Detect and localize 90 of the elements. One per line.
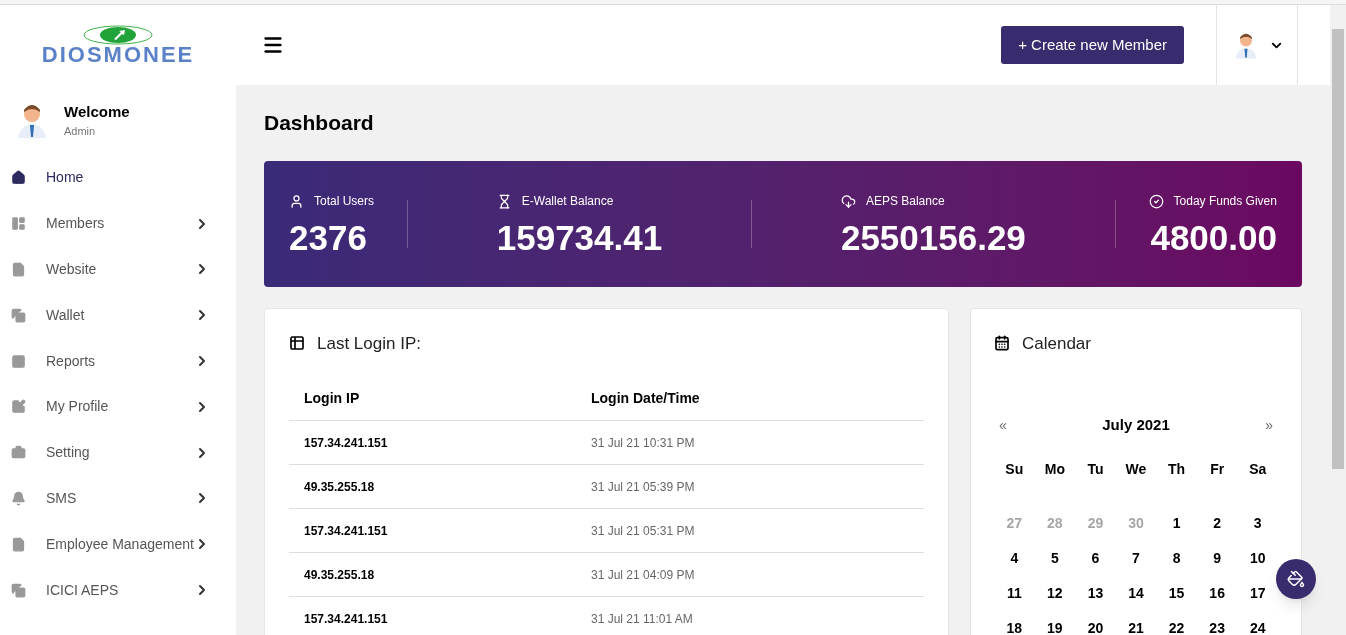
sidebar-item[interactable]: Reports [0,338,236,384]
sidebar-item[interactable]: Setting [0,429,236,476]
stat-label: AEPS Balance [865,193,945,210]
calendar-day[interactable]: 15 [1156,575,1197,611]
calendar-day[interactable]: 20 [1075,610,1116,635]
weekday-label: Fr [1209,459,1226,479]
card-title: Calendar [1022,332,1091,355]
bell-icon [11,490,26,506]
stat-value: 159734.41 [496,220,663,255]
create-member-button[interactable]: + Create new Member [1001,26,1184,64]
calendar-day[interactable]: 22 [1156,610,1197,635]
sidebar-item[interactable]: Members [0,200,236,247]
sidebar-item[interactable]: Website [0,246,236,293]
table-cell-text: 157.34.241.151 [304,522,389,540]
weekday-label: We [1124,459,1148,479]
sidebar-item[interactable]: ICICI AEPS [0,567,236,613]
home-icon [11,170,26,186]
calendar-icon [994,335,1010,352]
stat-label: E-Wallet Balance [521,193,614,210]
briefcase-icon [11,445,26,461]
calendar-day[interactable]: 14 [1115,575,1157,611]
weekday-label: Su [1004,459,1025,479]
sidebar-item[interactable]: My Profile [0,384,236,430]
calendar-day[interactable]: 9 [1196,540,1238,576]
stacked-cards-icon [11,582,26,598]
table-cell-text: 157.34.241.151 [304,610,389,628]
brand-logo[interactable]: DIOSMONEE [41,24,195,66]
menu-button[interactable] [262,34,284,56]
table-cell-text: 31 Jul 21 10:31 PM [591,434,696,452]
sidebar-item[interactable]: Home [0,155,236,201]
table-cell-text: 49.35.255.18 [304,566,376,584]
calendar-day[interactable]: 24 [1237,610,1278,635]
calendar-day[interactable]: 5 [1034,540,1076,576]
table-cell-text: 49.35.255.18 [304,478,376,496]
weekday-label: Tu [1086,459,1105,479]
calendar-day[interactable]: 10 [1237,540,1278,576]
stat-label: Total Users [314,193,375,210]
calendar-day[interactable]: 18 [994,610,1035,635]
sidebar-item[interactable]: Employee Management [0,521,236,568]
table-cell-text: 157.34.241.151 [304,434,389,452]
column-header: Login IP [304,388,361,408]
prev-month-button[interactable]: « [999,414,1007,436]
panels-icon [11,216,26,232]
calendar-day[interactable]: 16 [1196,575,1238,611]
table-cell-text: 31 Jul 21 05:39 PM [591,478,696,496]
user-icon [289,193,304,209]
paint-bucket-icon [1287,570,1305,588]
stacked-cards-icon [11,307,26,323]
edit-icon [11,399,26,415]
weekday-label: Th [1167,459,1187,479]
weekday-label: Mo [1043,459,1066,479]
weekday-label: Sa [1248,459,1268,479]
calendar-day[interactable]: 2 [1196,505,1238,541]
check-circle-icon [1148,193,1164,209]
table-cell-text: 31 Jul 21 05:31 PM [591,522,696,540]
calendar-day[interactable]: 8 [1156,540,1197,576]
month-title: July 2021 [1102,415,1170,435]
calendar-day[interactable]: 3 [1237,505,1278,541]
cloud-download-icon [840,193,856,209]
table-cell-text: 31 Jul 21 11:01 AM [591,610,694,628]
calendar-day[interactable]: 13 [1075,575,1116,611]
file-icon [11,536,26,552]
calendar-day[interactable]: 21 [1115,610,1157,635]
user-role: Admin [64,124,97,139]
calendar-day[interactable]: 1 [1156,505,1197,541]
calendar-day[interactable]: 6 [1075,540,1116,576]
stat-value: 2550156.29 [840,220,1026,255]
next-month-button[interactable]: » [1265,414,1273,436]
calendar-day[interactable]: 11 [994,575,1035,611]
calendar-day[interactable]: 19 [1034,610,1076,635]
calendar-day[interactable]: 4 [994,540,1035,576]
logo-text: DIOSMONEE [41,44,195,66]
file-icon [11,262,26,277]
stat-label: Today Funds Given [1173,193,1277,210]
calendar-day[interactable]: 17 [1237,575,1278,611]
calendar-day[interactable]: 7 [1115,540,1157,576]
welcome-text: Welcome [64,101,130,122]
menu-icon [262,34,284,56]
table-cell-text: 31 Jul 21 04:09 PM [591,566,696,584]
sidebar-item[interactable]: SMS [0,475,236,522]
logo-icon [83,24,153,46]
paint-bucket-button[interactable] [1276,559,1316,599]
stat-value: 2376 [289,220,367,255]
calendar-day[interactable]: 12 [1034,575,1076,611]
card-title: Last Login IP: [317,332,421,355]
page-title: Dashboard [264,110,375,136]
calendar-day[interactable]: 23 [1196,610,1238,635]
column-header: Login Date/Time [591,388,701,408]
sidebar-item[interactable]: Wallet [0,292,236,339]
stat-value: 4800.00 [1150,220,1277,255]
